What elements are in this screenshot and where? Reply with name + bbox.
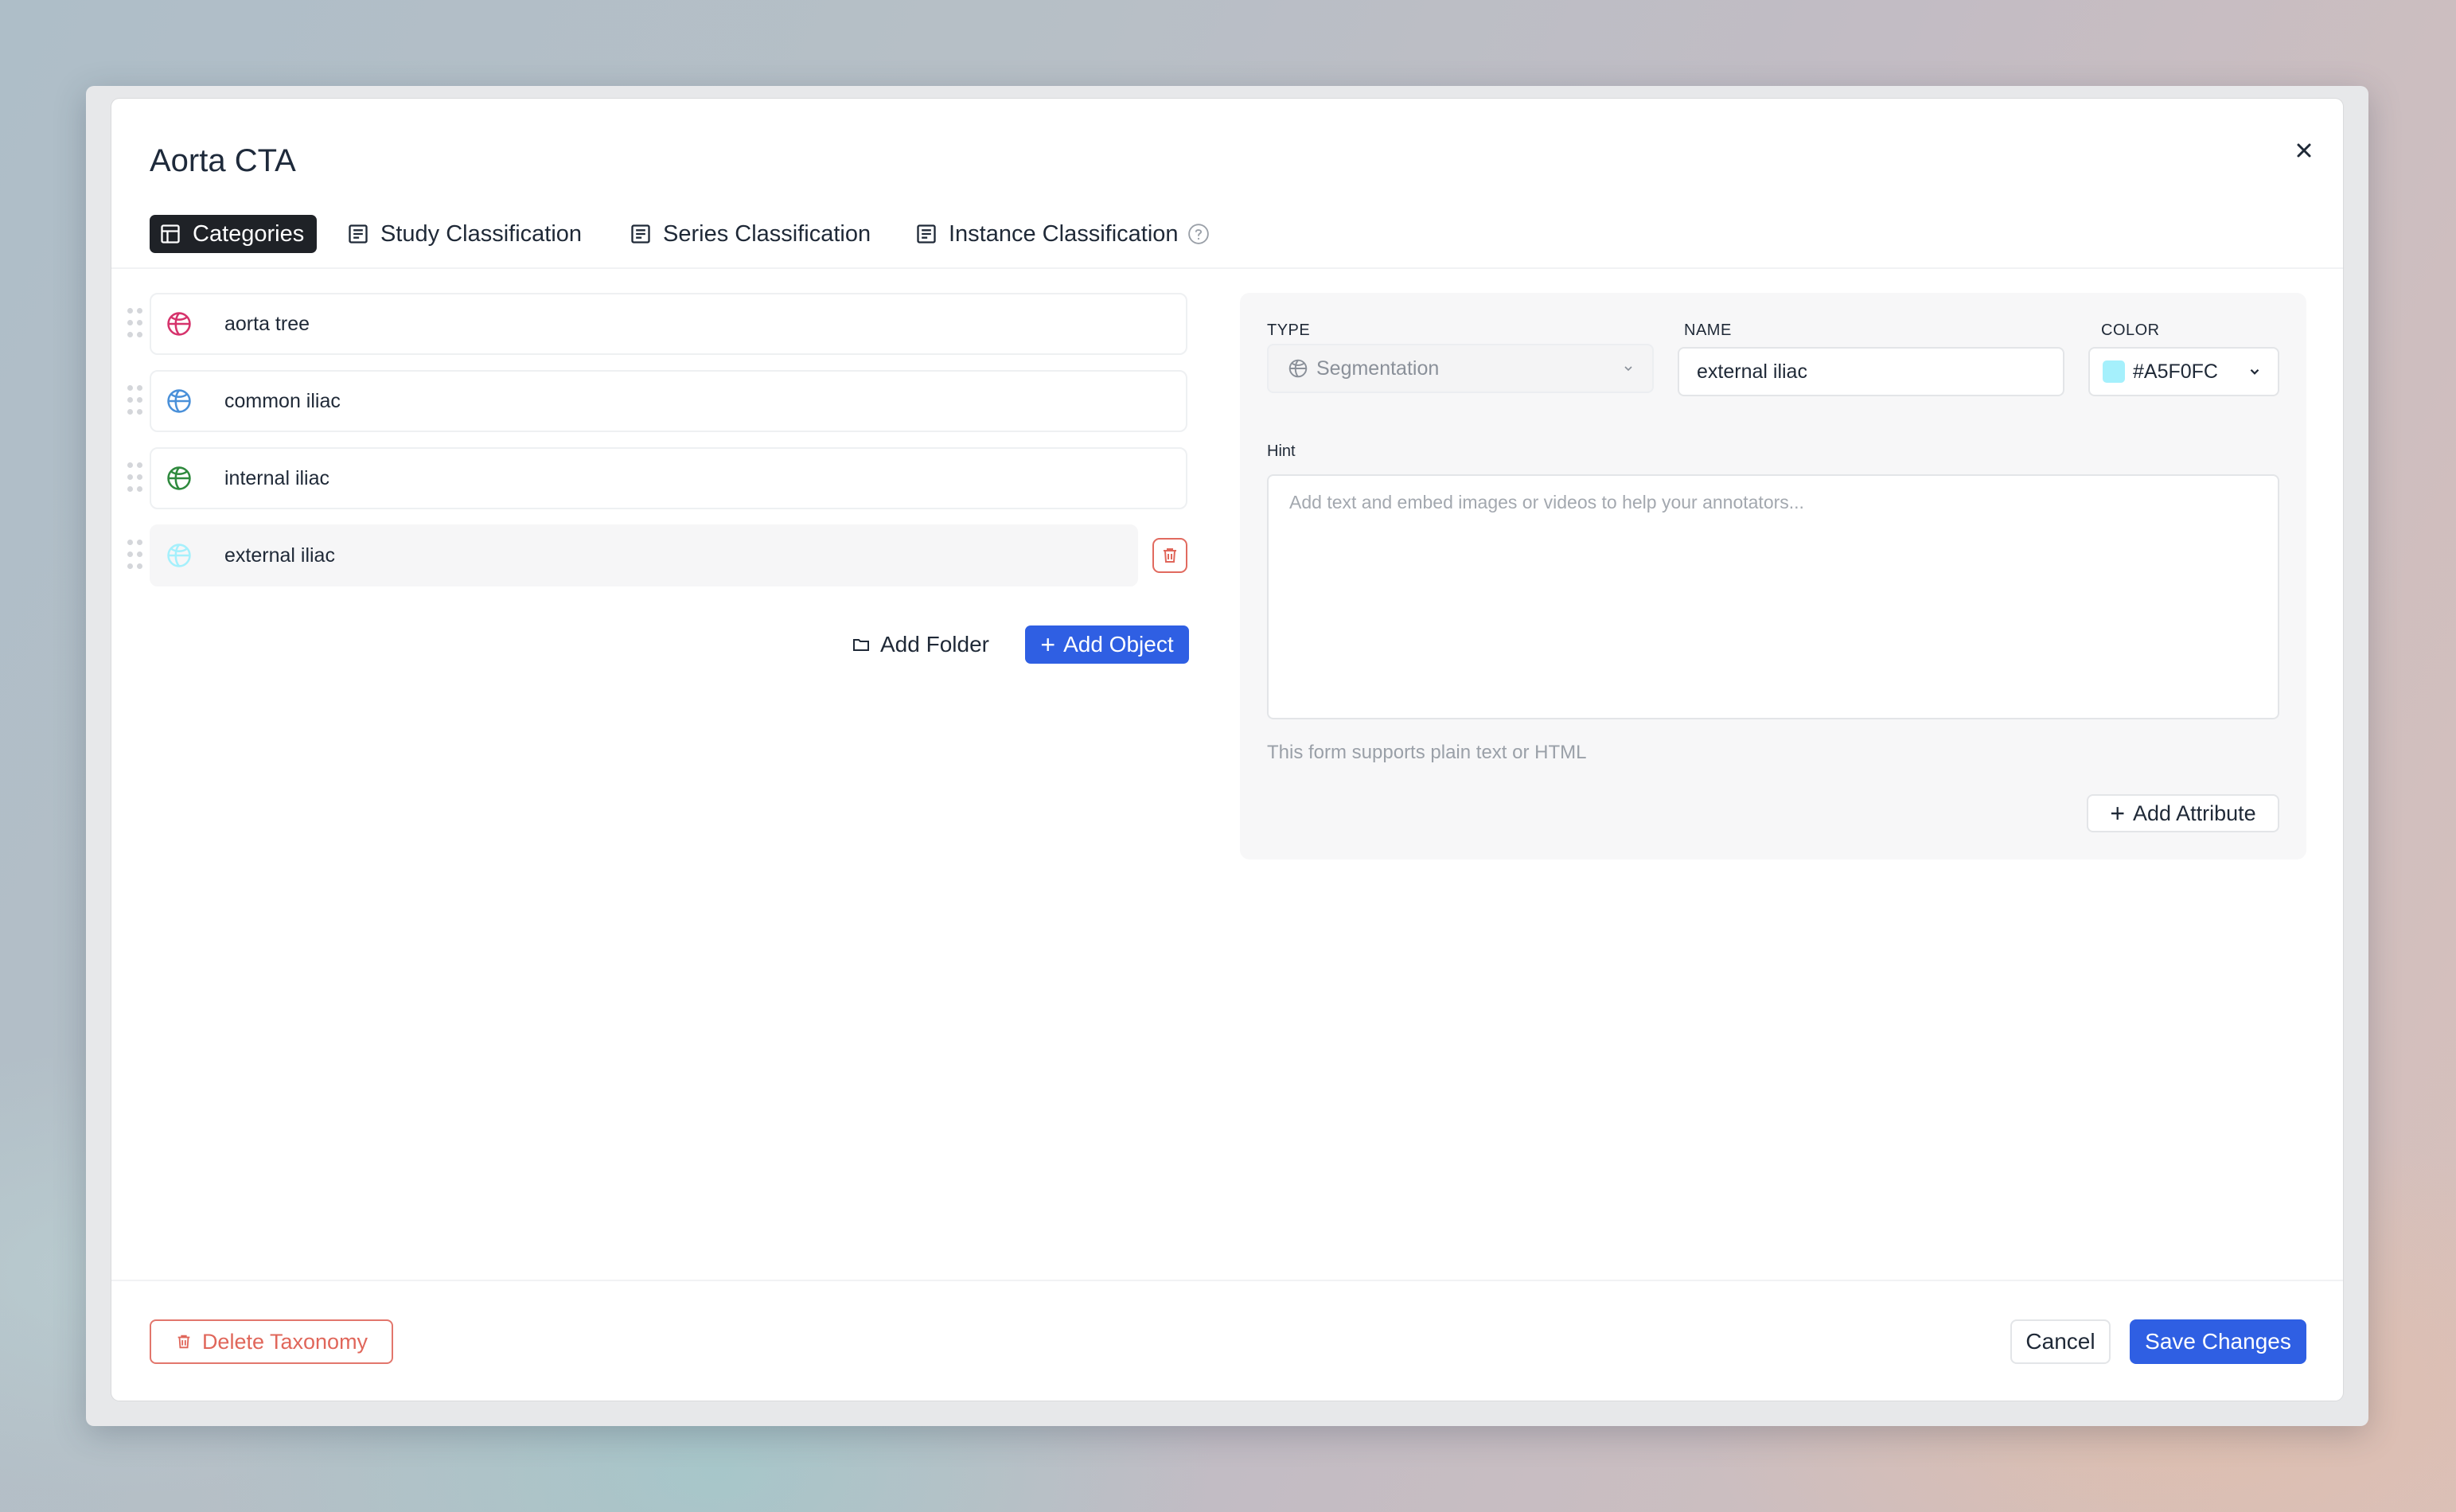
drag-handle[interactable] [127, 308, 143, 340]
category-editor-panel: TYPE Segmentation NAME COLOR #A5F0FC Hin… [1240, 293, 2306, 859]
taxonomy-dialog: Aorta CTA Categories Study Classificatio… [111, 99, 2343, 1401]
type-label: TYPE [1267, 321, 1311, 339]
tab-label: Study Classification [380, 220, 583, 247]
plus-icon: + [2110, 799, 2126, 828]
tab-instance-classification[interactable]: Instance Classification [915, 215, 1210, 253]
type-select[interactable]: Segmentation [1267, 344, 1654, 393]
tab-label: Series Classification [663, 220, 871, 247]
segmentation-icon [166, 465, 193, 492]
name-input[interactable] [1678, 347, 2064, 396]
list-icon [630, 223, 652, 245]
tab-label: Instance Classification [949, 220, 1179, 247]
category-row-external-iliac[interactable]: external iliac [127, 524, 1138, 586]
tab-study-classification[interactable]: Study Classification [347, 215, 582, 253]
name-label: NAME [1684, 321, 1732, 339]
add-attribute-button[interactable]: + Add Attribute [2087, 794, 2279, 832]
color-label: COLOR [2101, 321, 2160, 339]
category-row-internal-iliac[interactable]: internal iliac [127, 447, 1187, 509]
color-select[interactable]: #A5F0FC [2088, 347, 2279, 396]
color-value: #A5F0FC [2133, 360, 2218, 383]
add-attribute-label: Add Attribute [2133, 801, 2256, 825]
category-label: common iliac [224, 389, 341, 412]
category-label: internal iliac [224, 466, 330, 489]
dialog-title: Aorta CTA [150, 143, 296, 178]
drag-handle[interactable] [127, 385, 143, 417]
plus-icon: + [1040, 630, 1056, 659]
segmentation-icon [1288, 358, 1308, 379]
type-value: Segmentation [1316, 357, 1440, 380]
hint-label: Hint [1267, 442, 1296, 460]
segmentation-icon [166, 310, 193, 337]
hint-textarea[interactable] [1267, 474, 2279, 719]
chevron-down-icon [2247, 364, 2262, 379]
layout-icon [159, 223, 181, 245]
folder-icon [852, 635, 871, 654]
delete-taxonomy-label: Delete Taxonomy [201, 1329, 368, 1354]
category-row-common-iliac[interactable]: common iliac [127, 370, 1187, 432]
cancel-label: Cancel [2025, 1329, 2095, 1354]
trash-icon [1164, 548, 1176, 563]
category-row-aorta-tree[interactable]: aorta tree [127, 293, 1187, 355]
footer-divider [111, 1280, 2343, 1281]
cancel-button[interactable]: Cancel [2010, 1319, 2111, 1364]
question-circle-icon[interactable] [1187, 222, 1210, 246]
tab-series-classification[interactable]: Series Classification [630, 215, 871, 253]
close-icon [2297, 143, 2311, 158]
close-button[interactable] [2284, 131, 2324, 170]
drag-handle[interactable] [127, 540, 143, 571]
chevron-down-icon [1622, 362, 1635, 375]
list-icon [915, 223, 938, 245]
add-object-label: Add Object [1063, 632, 1174, 657]
color-swatch [2103, 360, 2125, 383]
delete-taxonomy-button[interactable]: Delete Taxonomy [150, 1319, 393, 1364]
category-label: external iliac [224, 544, 335, 567]
tab-label: Categories [193, 220, 305, 247]
trash-icon [175, 1333, 193, 1350]
hint-helper-text: This form supports plain text or HTML [1267, 742, 1587, 763]
segmentation-icon [166, 388, 193, 415]
list-icon [347, 223, 369, 245]
save-label: Save Changes [2145, 1329, 2291, 1354]
drag-handle[interactable] [127, 462, 143, 494]
tab-categories[interactable]: Categories [150, 215, 318, 253]
add-object-button[interactable]: + Add Object [1025, 625, 1189, 664]
delete-category-button[interactable] [1152, 538, 1187, 573]
category-label: aorta tree [224, 312, 310, 335]
header-divider [111, 267, 2343, 269]
add-folder-button[interactable]: Add Folder [852, 625, 989, 664]
save-changes-button[interactable]: Save Changes [2130, 1319, 2306, 1364]
segmentation-icon [166, 542, 193, 569]
add-folder-label: Add Folder [880, 632, 989, 657]
